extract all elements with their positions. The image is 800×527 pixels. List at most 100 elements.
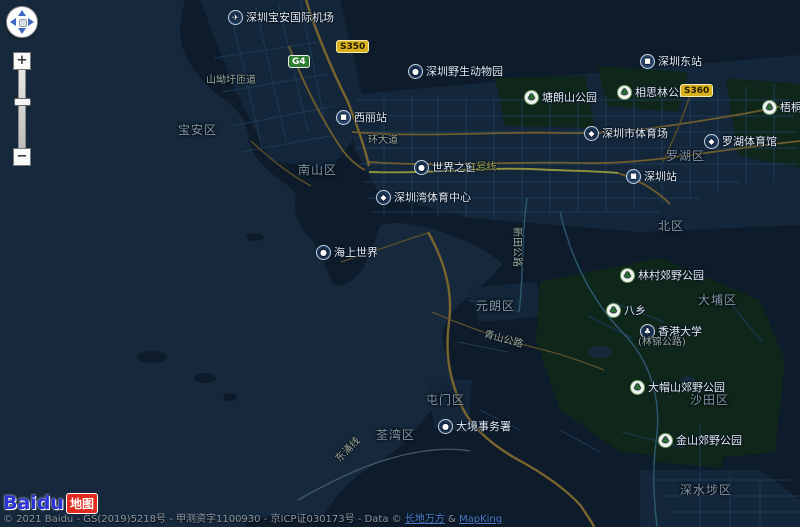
poi-label-text: 罗湖体育馆: [722, 136, 777, 147]
map-label-road: (林锦公路): [638, 338, 686, 348]
road-label-text: 环大道: [368, 136, 398, 146]
tree-icon: ♣: [606, 303, 621, 318]
road-label-text: (林锦公路): [638, 338, 686, 348]
poi-icon: ●: [414, 160, 429, 175]
map-label-road: 环大道: [368, 136, 398, 146]
park-label-text: 八乡: [624, 305, 646, 316]
map-label-road: 青山公路: [483, 330, 524, 350]
station-label-text: 深圳东站: [658, 56, 702, 67]
poi-label-text: 大境事务署: [456, 421, 511, 432]
attribution-separator: &: [445, 514, 459, 525]
road-shield-G4: G4: [288, 55, 310, 68]
map-label-district: 屯门区: [426, 394, 465, 406]
map-label-park[interactable]: ♣梧桐: [762, 100, 800, 115]
pan-left-arrow[interactable]: [10, 18, 16, 26]
map-label-district: 沙田区: [690, 394, 729, 406]
pan-center-button[interactable]: [19, 19, 27, 27]
district-label-text: 元朗区: [476, 300, 515, 312]
district-label-text: 沙田区: [690, 394, 729, 406]
mapking-link[interactable]: MapKing: [459, 514, 502, 525]
map-label-metro: 1号线: [470, 163, 496, 173]
district-label-text: 宝安区: [178, 124, 217, 136]
district-label-text: 屯门区: [426, 394, 465, 406]
changdiwanfang-link[interactable]: 长地万方: [405, 514, 445, 525]
park-label-text: 梧桐: [780, 102, 800, 113]
stadium-icon: ◆: [376, 190, 391, 205]
poi-label-text: 海上世界: [334, 247, 378, 258]
poi-icon: ●: [408, 64, 423, 79]
park-label-text: 金山郊野公园: [676, 435, 742, 446]
poi-label-text: 深圳野生动物园: [426, 66, 503, 77]
map-label-poi[interactable]: ◆深圳湾体育中心: [376, 190, 471, 205]
baidu-logo[interactable]: Baidu 地图: [3, 492, 98, 514]
stadium-icon: ◆: [704, 134, 719, 149]
map-label-road: 新田公路: [511, 227, 521, 267]
district-label-text: 深水埗区: [680, 484, 732, 496]
map-labels-layer: ✈深圳宝安国际机场山坳圩匝道■西丽站●深圳野生动物园♣塘朗山公园♣相思林公园■深…: [0, 0, 800, 527]
tree-icon: ♣: [658, 433, 673, 448]
map-label-poi[interactable]: ●深圳野生动物园: [408, 64, 503, 79]
tree-icon: ♣: [630, 380, 645, 395]
train-icon: ■: [626, 169, 641, 184]
map-label-district: 荃湾区: [376, 429, 415, 441]
road-label-text: 青山公路: [483, 330, 524, 350]
road-shield-S350: S350: [336, 40, 369, 53]
map-label-district: 大埔区: [698, 294, 737, 306]
map-label-park[interactable]: ♣八乡: [606, 303, 646, 318]
map-label-district: 北区: [658, 220, 684, 232]
plane-icon: ✈: [228, 10, 243, 25]
tree-icon: ♣: [762, 100, 777, 115]
station-label-text: 西丽站: [354, 112, 387, 123]
map-label-park[interactable]: ♣塘朗山公园: [524, 90, 597, 105]
district-label-text: 北区: [658, 220, 684, 232]
map-label-park[interactable]: ♣金山郊野公园: [658, 433, 742, 448]
tree-icon: ♣: [524, 90, 539, 105]
district-label-text: 南山区: [298, 164, 337, 176]
zoom-in-button[interactable]: +: [13, 52, 31, 70]
map-label-district: 南山区: [298, 164, 337, 176]
pan-right-arrow[interactable]: [28, 18, 34, 26]
map-label-poi[interactable]: ●海上世界: [316, 245, 378, 260]
district-label-text: 荃湾区: [376, 429, 415, 441]
park-label-text: 大帽山郊野公园: [648, 382, 725, 393]
map-label-station[interactable]: ■深圳东站: [640, 54, 702, 69]
map-label-poi[interactable]: ◆深圳市体育场: [584, 126, 668, 141]
map-label-poi[interactable]: ●世界之窗: [414, 160, 476, 175]
map-label-poi[interactable]: ✈深圳宝安国际机场: [228, 10, 334, 25]
map-label-poi[interactable]: ●大境事务署: [438, 419, 511, 434]
poi-label-text: 深圳湾体育中心: [394, 192, 471, 203]
district-label-text: 罗湖区: [666, 150, 705, 162]
map-canvas[interactable]: ✈深圳宝安国际机场山坳圩匝道■西丽站●深圳野生动物园♣塘朗山公园♣相思林公园■深…: [0, 0, 800, 527]
metro-label-text: 1号线: [470, 163, 496, 173]
map-label-poi[interactable]: ◆罗湖体育馆: [704, 134, 777, 149]
poi-label-text: 深圳宝安国际机场: [246, 12, 334, 23]
train-icon: ■: [336, 110, 351, 125]
map-label-district: 罗湖区: [666, 150, 705, 162]
tree-icon: ♣: [620, 268, 635, 283]
park-label-text: 林村郊野公园: [638, 270, 704, 281]
map-label-road: 山坳圩匝道: [206, 76, 256, 86]
poi-icon: ●: [316, 245, 331, 260]
baidu-wordmark: Baidu: [3, 492, 64, 514]
map-label-station[interactable]: ■深圳站: [626, 169, 677, 184]
map-label-road: 东涌线: [334, 436, 362, 464]
stadium-icon: ◆: [584, 126, 599, 141]
pan-down-arrow[interactable]: [18, 28, 26, 34]
map-label-district: 宝安区: [178, 124, 217, 136]
road-shield-S360: S360: [680, 84, 713, 97]
road-label-text: 山坳圩匝道: [206, 76, 256, 86]
tree-icon: ♣: [617, 85, 632, 100]
park-label-text: 塘朗山公园: [542, 92, 597, 103]
map-label-station[interactable]: ■西丽站: [336, 110, 387, 125]
zoom-control: + −: [13, 52, 31, 166]
map-label-park[interactable]: ♣林村郊野公园: [620, 268, 704, 283]
map-attribution: © 2021 Baidu - GS(2019)5218号 - 甲测资字11009…: [0, 513, 800, 527]
zoom-out-button[interactable]: −: [13, 148, 31, 166]
zoom-slider-track[interactable]: [18, 70, 26, 148]
pan-control[interactable]: [6, 6, 38, 38]
copyright-text: © 2021 Baidu - GS(2019)5218号 - 甲测资字11009…: [3, 514, 405, 525]
pan-up-arrow[interactable]: [18, 10, 26, 16]
train-icon: ■: [640, 54, 655, 69]
map-label-district: 元朗区: [476, 300, 515, 312]
zoom-slider-thumb[interactable]: [14, 98, 31, 106]
